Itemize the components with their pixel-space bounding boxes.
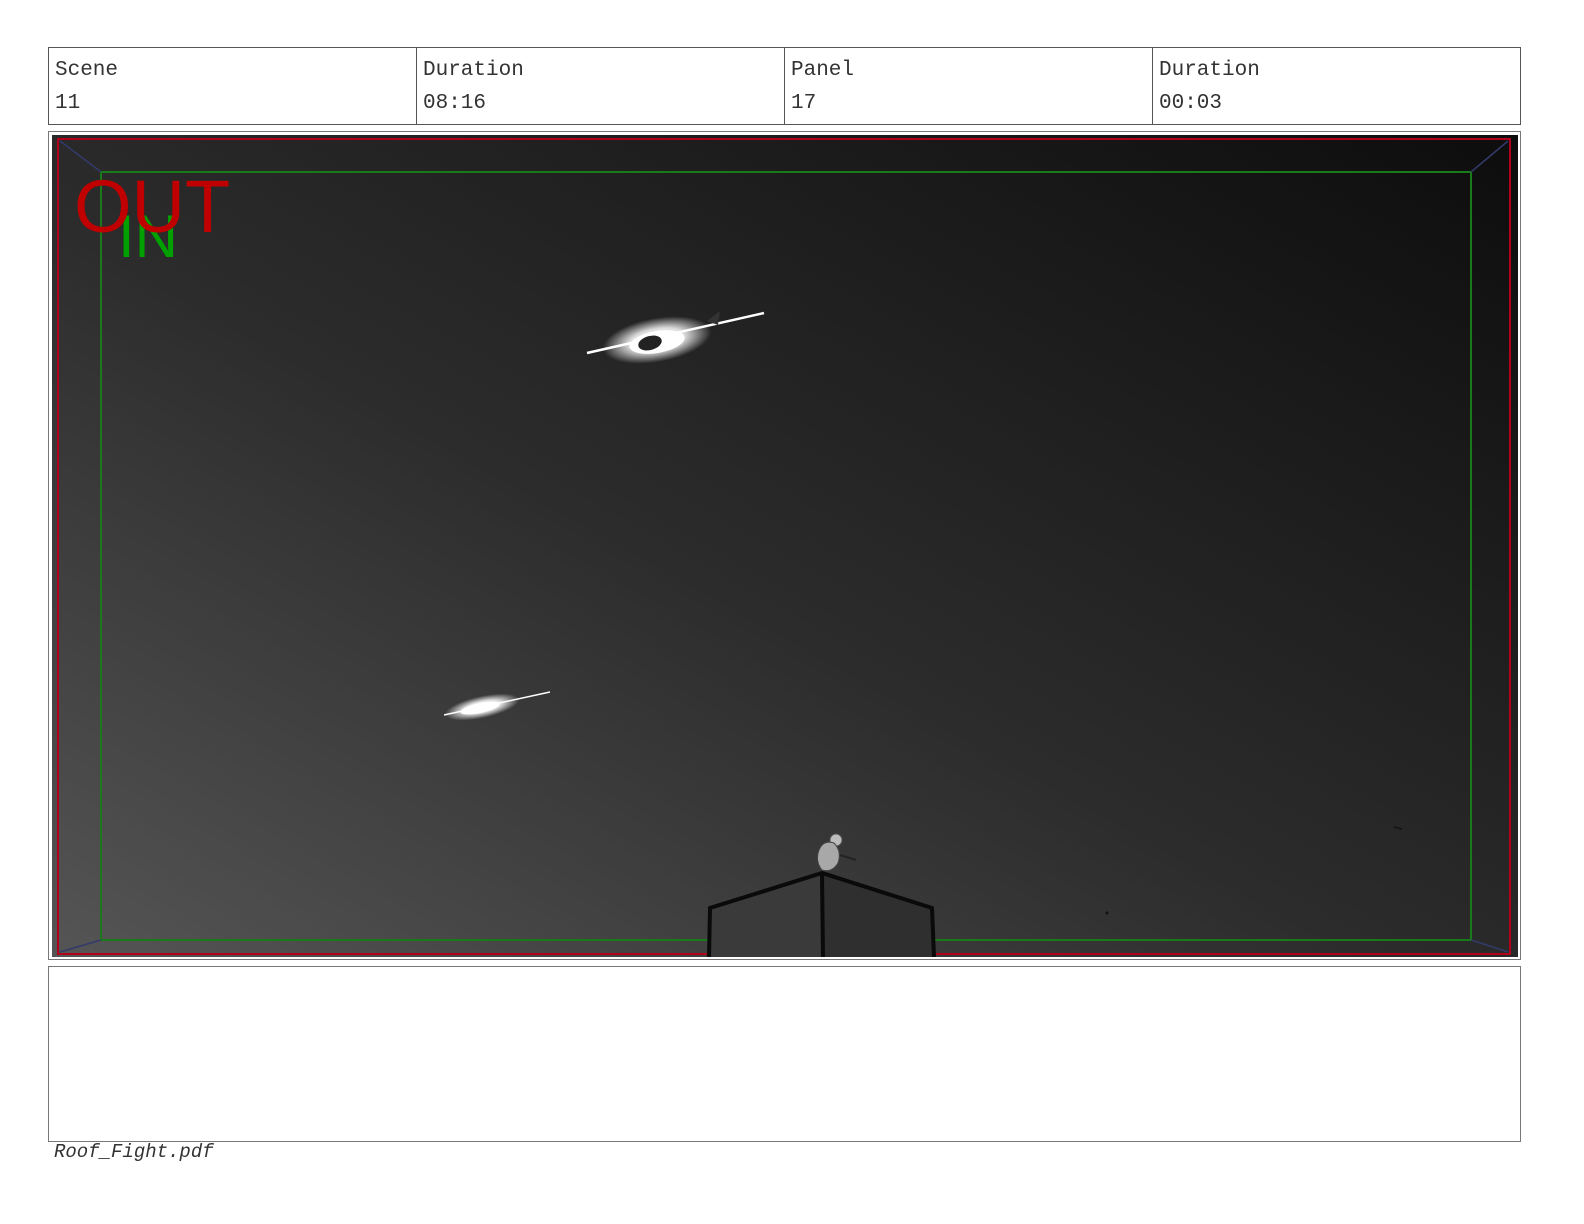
storyboard-frame: IN OUT bbox=[48, 131, 1521, 960]
panel-info-header: Scene 11 Duration 08:16 Panel 17 Duratio… bbox=[48, 47, 1521, 125]
speck bbox=[1105, 911, 1109, 915]
scene-duration-label: Duration bbox=[423, 59, 524, 82]
panel-duration-label: Duration bbox=[1159, 59, 1260, 82]
panel-label: Panel bbox=[791, 59, 855, 82]
panel-duration-cell: Duration 00:03 bbox=[1153, 48, 1520, 124]
scene-label: Scene bbox=[55, 59, 119, 82]
scene-value: 11 bbox=[55, 92, 81, 115]
footer-filename: Roof_Fight.pdf bbox=[54, 1141, 214, 1163]
scene-duration-cell: Duration 08:16 bbox=[417, 48, 785, 124]
scene-cell: Scene 11 bbox=[49, 48, 417, 124]
panel-cell: Panel 17 bbox=[785, 48, 1153, 124]
panel-value: 17 bbox=[791, 92, 817, 115]
notes-box bbox=[48, 966, 1521, 1142]
out-label: OUT bbox=[74, 165, 230, 248]
storyboard-image: IN OUT bbox=[52, 135, 1518, 957]
panel-duration-value: 00:03 bbox=[1159, 92, 1223, 115]
sky-background bbox=[52, 135, 1518, 957]
scene-duration-value: 08:16 bbox=[423, 92, 487, 115]
